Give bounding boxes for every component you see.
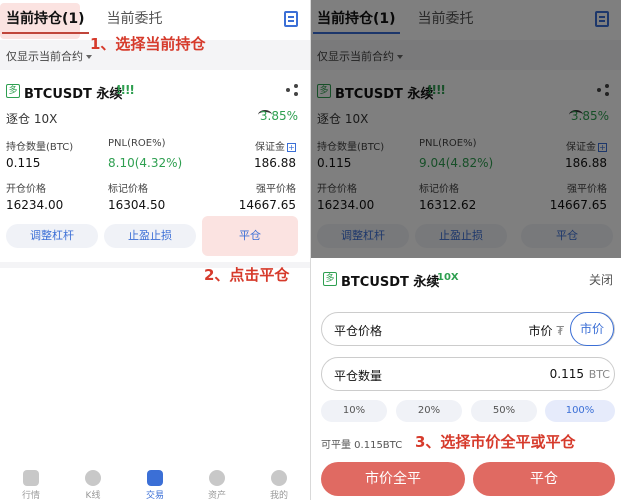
adl-percent: 3.85% (259, 109, 298, 123)
close-position-button[interactable]: 平仓 (202, 216, 298, 256)
market-close-all-button[interactable]: 市价全平 (321, 462, 465, 496)
tab-underline (2, 32, 89, 34)
sheet-leverage: 10X (437, 272, 459, 283)
long-badge: 多 (323, 272, 337, 286)
bottom-nav: 行情 K线 交易 资产 我的 (0, 466, 310, 500)
tab-label: 当前持仓(1) (6, 11, 85, 27)
close-sheet-link[interactable]: 关闭 (589, 271, 613, 288)
pct-10-button[interactable]: 10% (321, 400, 387, 422)
qty-label: 持仓数量(BTC) (6, 142, 74, 153)
close-price-label: 平仓价格 (334, 324, 383, 338)
share-icon[interactable] (286, 84, 298, 96)
signal-bars: !!!! (116, 83, 135, 97)
long-badge: 多 (6, 84, 20, 98)
filter-label: 仅显示当前合约 (6, 50, 83, 63)
annotation-step2: 2、点击平仓 (204, 266, 290, 284)
nav-market[interactable]: 行情 (6, 466, 56, 500)
nav-profile[interactable]: 我的 (254, 466, 304, 500)
close-qty-value[interactable]: 0.115 (550, 367, 584, 381)
available-close-qty: 可平量 0.115BTC (321, 440, 403, 451)
confirm-close-button[interactable]: 平仓 (473, 462, 615, 496)
add-margin-icon[interactable]: + (287, 142, 296, 152)
order-history-icon[interactable] (284, 11, 298, 27)
mark-price-value: 16304.50 (108, 198, 166, 212)
pct-20-button[interactable]: 20% (396, 400, 462, 422)
close-qty-field[interactable]: 平仓数量 0.115 BTC (321, 357, 615, 391)
qty-value: 0.115 (6, 156, 41, 170)
assets-icon (209, 470, 225, 486)
adjust-leverage-button[interactable]: 调整杠杆 (6, 224, 98, 248)
pnl-label: PNL(ROE%) (108, 138, 166, 149)
nav-kline[interactable]: K线 (68, 466, 118, 500)
margin-mode-leverage: 逐仓 10X (6, 112, 58, 126)
chart-bars-icon (23, 470, 39, 486)
annotation-step3: 3、选择市价全平或平仓 (415, 433, 576, 451)
k-icon (85, 470, 101, 486)
margin-value: 186.88 (254, 156, 296, 170)
tab-current-positions[interactable]: 当前持仓(1) (0, 0, 91, 38)
margin-label[interactable]: 保证金+ (255, 138, 296, 153)
right-screen: 当前持仓(1) 当前委托 仅显示当前合约 多 BTCUSDT 永续 !!!! 逐… (311, 0, 621, 500)
nav-assets[interactable]: 资产 (192, 466, 242, 500)
modal-backdrop[interactable] (311, 0, 621, 258)
open-price-label: 开仓价格 (6, 184, 46, 195)
tp-sl-button[interactable]: 止盈止损 (104, 224, 196, 248)
filter-dropdown[interactable]: 仅显示当前合约 (6, 48, 92, 64)
left-screen: 当前持仓(1) 当前委托 仅显示当前合约 1、选择当前持仓 多 BTCUSDT … (0, 0, 310, 500)
close-price-value: 市价 ₮ (528, 324, 564, 338)
pnl-value: 8.10(4.32%) (108, 156, 183, 170)
caret-down-icon (86, 55, 92, 59)
close-qty-label: 平仓数量 (334, 369, 383, 383)
open-price-value: 16234.00 (6, 198, 64, 212)
close-price-field[interactable]: 平仓价格 市价 ₮ 市价 (321, 312, 615, 346)
sheet-symbol: BTCUSDT 永续 (341, 275, 440, 290)
nav-trade[interactable]: 交易 (130, 466, 180, 500)
annotation-step1: 1、选择当前持仓 (90, 35, 206, 53)
mark-price-label: 标记价格 (108, 184, 148, 195)
pct-100-button[interactable]: 100% (545, 400, 615, 422)
liq-price-label: 强平价格 (256, 184, 296, 195)
pct-50-button[interactable]: 50% (471, 400, 537, 422)
liq-price-value: 14667.65 (238, 198, 296, 212)
user-icon (271, 470, 287, 486)
market-price-button[interactable]: 市价 (570, 312, 614, 346)
symbol-name: BTCUSDT 永续 (24, 87, 123, 102)
close-qty-unit: BTC (588, 368, 610, 381)
trade-icon (147, 470, 163, 486)
